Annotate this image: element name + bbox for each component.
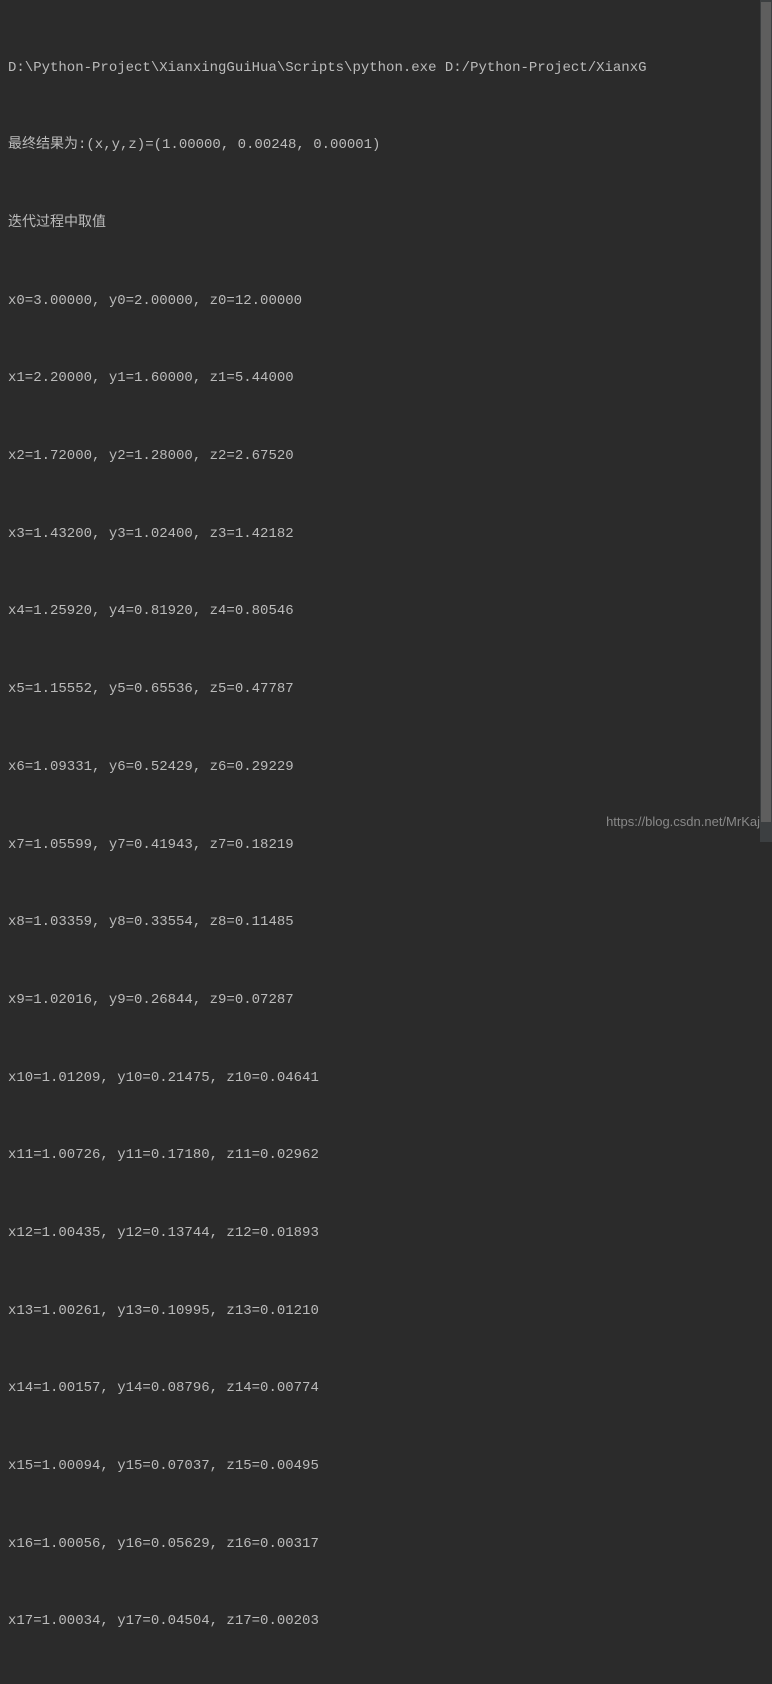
iteration-line: x6=1.09331, y6=0.52429, z6=0.29229 (8, 755, 764, 781)
iteration-line: x10=1.01209, y10=0.21475, z10=0.04641 (8, 1066, 764, 1092)
command-line: D:\Python-Project\XianxingGuiHua\Scripts… (8, 56, 764, 82)
iteration-line: x13=1.00261, y13=0.10995, z13=0.01210 (8, 1299, 764, 1325)
iteration-line: x2=1.72000, y2=1.28000, z2=2.67520 (8, 444, 764, 470)
iteration-line: x11=1.00726, y11=0.17180, z11=0.02962 (8, 1143, 764, 1169)
result-line: 最终结果为:(x,y,z)=(1.00000, 0.00248, 0.00001… (8, 133, 764, 159)
iteration-line: x9=1.02016, y9=0.26844, z9=0.07287 (8, 988, 764, 1014)
scrollbar-thumb[interactable] (761, 2, 771, 822)
iteration-header: 迭代过程中取值 (8, 211, 764, 237)
iteration-line: x1=2.20000, y1=1.60000, z1=5.44000 (8, 366, 764, 392)
watermark-text: https://blog.csdn.net/MrKaj (606, 810, 760, 834)
iteration-line: x0=3.00000, y0=2.00000, z0=12.00000 (8, 289, 764, 315)
iteration-line: x17=1.00034, y17=0.04504, z17=0.00203 (8, 1609, 764, 1635)
iteration-line: x3=1.43200, y3=1.02400, z3=1.42182 (8, 522, 764, 548)
iteration-line: x5=1.15552, y5=0.65536, z5=0.47787 (8, 677, 764, 703)
iteration-line: x8=1.03359, y8=0.33554, z8=0.11485 (8, 910, 764, 936)
iteration-line: x15=1.00094, y15=0.07037, z15=0.00495 (8, 1454, 764, 1480)
iteration-line: x16=1.00056, y16=0.05629, z16=0.00317 (8, 1532, 764, 1558)
iteration-line: x12=1.00435, y12=0.13744, z12=0.01893 (8, 1221, 764, 1247)
iteration-line: x14=1.00157, y14=0.08796, z14=0.00774 (8, 1376, 764, 1402)
iteration-line: x7=1.05599, y7=0.41943, z7=0.18219 (8, 833, 764, 859)
iteration-line: x4=1.25920, y4=0.81920, z4=0.80546 (8, 599, 764, 625)
console-output: D:\Python-Project\XianxingGuiHua\Scripts… (8, 4, 764, 1684)
scrollbar-track[interactable] (760, 0, 772, 842)
